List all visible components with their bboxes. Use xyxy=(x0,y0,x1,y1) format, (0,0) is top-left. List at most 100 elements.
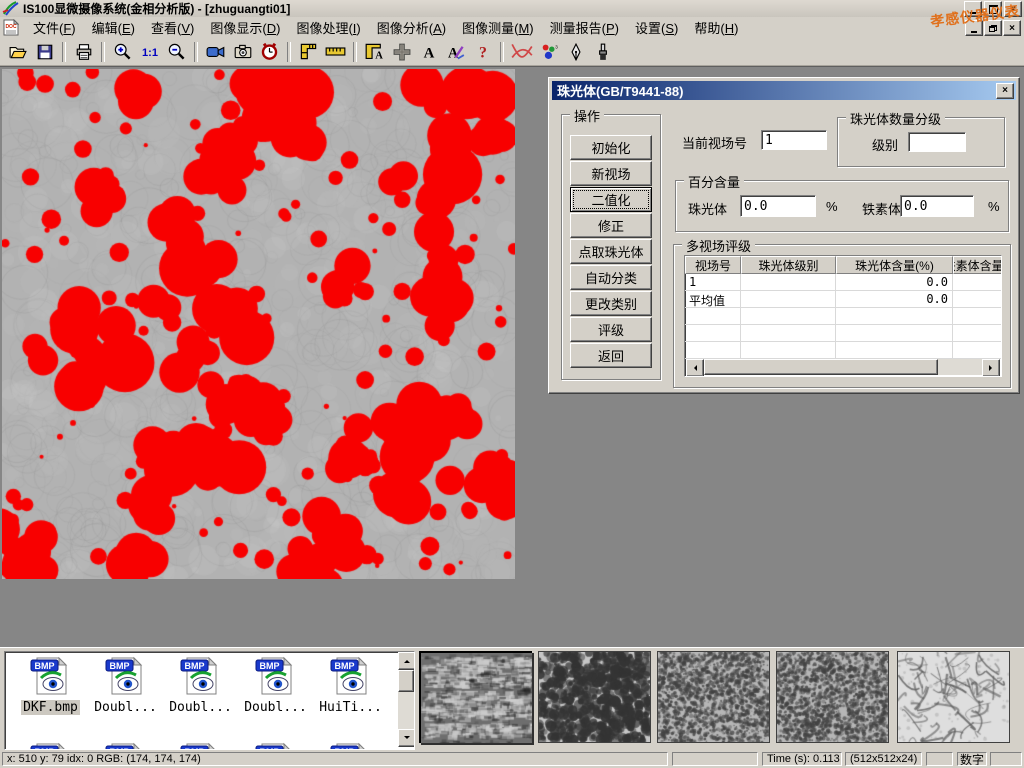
pen-icon[interactable] xyxy=(562,40,589,64)
op-button-3[interactable]: 修正 xyxy=(570,213,652,238)
scrollbar-thumb[interactable] xyxy=(704,359,938,375)
status-empty-3 xyxy=(990,752,1022,766)
menu-item-9[interactable]: 帮助(H) xyxy=(686,16,746,39)
file-item-row2-1[interactable]: BMP xyxy=(88,742,163,750)
operations-group-label: 操作 xyxy=(570,106,604,125)
document-icon[interactable]: DOC xyxy=(3,19,21,36)
print-icon[interactable] xyxy=(70,40,97,64)
file-item-HuiTi...[interactable]: BMPHuiTi... xyxy=(313,656,388,715)
file-item-row2-0[interactable]: BMP xyxy=(13,742,88,750)
col-content[interactable]: 珠光体含量(%) xyxy=(836,256,953,274)
table-row[interactable]: 平均值 0.0 xyxy=(685,291,1001,308)
dialog-title: 珠光体(GB/T9441-88) xyxy=(557,81,683,100)
scrollbar-thumb[interactable] xyxy=(398,670,414,692)
menu-item-3[interactable]: 图像显示(D) xyxy=(202,16,288,39)
micrograph-thumbnail-1[interactable] xyxy=(419,651,532,743)
menu-item-7[interactable]: 测量报告(P) xyxy=(542,16,627,39)
table-row-empty xyxy=(685,325,1001,342)
file-item-row2-4[interactable]: BMP xyxy=(313,742,388,750)
grid-cross-icon[interactable] xyxy=(388,40,415,64)
op-button-2[interactable]: 二值化 xyxy=(570,187,652,212)
svg-text:3: 3 xyxy=(555,44,558,49)
file-item-DKF.bmp[interactable]: BMPDKF.bmp xyxy=(13,656,88,715)
ferrite-percent-input[interactable] xyxy=(900,195,974,217)
col-ferrite[interactable]: 铁素体含量(%) xyxy=(953,256,1002,274)
table-horizontal-scrollbar[interactable] xyxy=(686,359,1000,375)
text-edit-icon[interactable]: A xyxy=(442,40,469,64)
text-icon[interactable]: A xyxy=(415,40,442,64)
menu-item-8[interactable]: 设置(S) xyxy=(627,16,686,39)
menu-item-6[interactable]: 图像测量(M) xyxy=(454,16,542,39)
micrograph-thumbnail-2[interactable] xyxy=(538,651,651,743)
micrograph-thumbnail-4[interactable] xyxy=(776,651,889,743)
op-button-1[interactable]: 新视场 xyxy=(570,161,652,186)
photo-camera-icon[interactable] xyxy=(229,40,256,64)
level-label: 级别 xyxy=(872,135,898,154)
file-item-row2-3[interactable]: BMP xyxy=(238,742,313,750)
file-browser[interactable]: BMPDKF.bmpBMPDoubl...BMPDoubl...BMPDoubl… xyxy=(4,651,415,750)
svg-text:DOC: DOC xyxy=(5,24,17,30)
file-name: Doubl... xyxy=(92,700,159,715)
toolbar: 1:1 A A A ? 3 xyxy=(0,38,1024,66)
col-view[interactable]: 视场号 xyxy=(685,256,741,274)
menu-item-0[interactable]: 文件(F) xyxy=(25,16,84,39)
measure-text-icon[interactable]: A xyxy=(361,40,388,64)
pearlite-percent-input[interactable] xyxy=(740,195,816,217)
help-icon[interactable]: ? xyxy=(469,40,496,64)
file-name: HuiTi... xyxy=(317,700,384,715)
actual-size-icon[interactable]: 1:1 xyxy=(136,40,163,64)
menu-item-2[interactable]: 查看(V) xyxy=(143,16,202,39)
pearlite-label: 珠光体 xyxy=(688,199,727,218)
col-grade[interactable]: 珠光体级别 xyxy=(741,256,836,274)
svg-text:BMP: BMP xyxy=(184,661,204,671)
video-camera-icon[interactable] xyxy=(202,40,229,64)
micrograph-image[interactable] xyxy=(2,69,515,579)
file-item-Doubl...[interactable]: BMPDoubl... xyxy=(163,656,238,715)
zoom-in-icon[interactable] xyxy=(109,40,136,64)
menu-item-5[interactable]: 图像分析(A) xyxy=(369,16,454,39)
op-button-4[interactable]: 点取珠光体 xyxy=(570,239,652,264)
menu-item-4[interactable]: 图像处理(I) xyxy=(288,16,368,39)
multiview-table[interactable]: 视场号 珠光体级别 珠光体含量(%) 铁素体含量(%) 1 0.0 平均值 0.… xyxy=(684,255,1002,377)
mdi-close-icon[interactable]: × xyxy=(1003,20,1021,36)
file-item-row2-2[interactable]: BMP xyxy=(163,742,238,750)
op-button-8[interactable]: 返回 xyxy=(570,343,652,368)
level-input[interactable] xyxy=(908,132,966,152)
dialog-close-icon[interactable]: × xyxy=(996,83,1014,99)
op-button-5[interactable]: 自动分类 xyxy=(570,265,652,290)
svg-text:A: A xyxy=(423,45,434,59)
op-button-0[interactable]: 初始化 xyxy=(570,135,652,160)
status-empty-1 xyxy=(672,752,758,766)
scroll-left-icon[interactable] xyxy=(686,359,704,377)
caliper-icon[interactable] xyxy=(295,40,322,64)
scroll-down-icon[interactable] xyxy=(398,729,415,747)
multiview-group: 多视场评级 视场号 珠光体级别 珠光体含量(%) 铁素体含量(%) 1 0.0 … xyxy=(673,244,1011,388)
particles-icon[interactable]: 3 xyxy=(535,40,562,64)
table-row[interactable]: 1 0.0 xyxy=(685,274,1001,291)
zoom-out-icon[interactable] xyxy=(163,40,190,64)
file-item-Doubl...[interactable]: BMPDoubl... xyxy=(88,656,163,715)
bmp-file-icon: BMP xyxy=(88,656,163,699)
grading-group: 珠光体数量分级 级别 xyxy=(837,117,1005,167)
micrograph-thumbnail-3[interactable] xyxy=(657,651,770,743)
save-icon[interactable] xyxy=(31,40,58,64)
red-curve-icon[interactable] xyxy=(508,40,535,64)
micrograph-thumbnail-5[interactable] xyxy=(897,651,1010,743)
scroll-right-icon[interactable] xyxy=(982,359,1000,377)
dialog-title-bar[interactable]: 珠光体(GB/T9441-88) × xyxy=(552,81,1016,100)
bmp-file-icon: BMP xyxy=(13,742,88,750)
op-button-7[interactable]: 评级 xyxy=(570,317,652,342)
open-icon[interactable] xyxy=(4,40,31,64)
ruler-icon[interactable] xyxy=(322,40,349,64)
brush-icon[interactable] xyxy=(589,40,616,64)
scroll-up-icon[interactable] xyxy=(398,652,415,670)
current-view-input[interactable] xyxy=(761,130,827,150)
file-browser-scrollbar[interactable] xyxy=(398,652,414,747)
window-title: IS100显微摄像系统(金相分析版) - [zhuguangti01] xyxy=(23,0,290,17)
status-bar: x: 510 y: 79 idx: 0 RGB: (174, 174, 174)… xyxy=(0,750,1024,768)
clock-icon[interactable] xyxy=(256,40,283,64)
menu-item-1[interactable]: 编辑(E) xyxy=(84,16,143,39)
bmp-file-icon: BMP xyxy=(163,742,238,750)
op-button-6[interactable]: 更改类别 xyxy=(570,291,652,316)
file-item-Doubl...[interactable]: BMPDoubl... xyxy=(238,656,313,715)
